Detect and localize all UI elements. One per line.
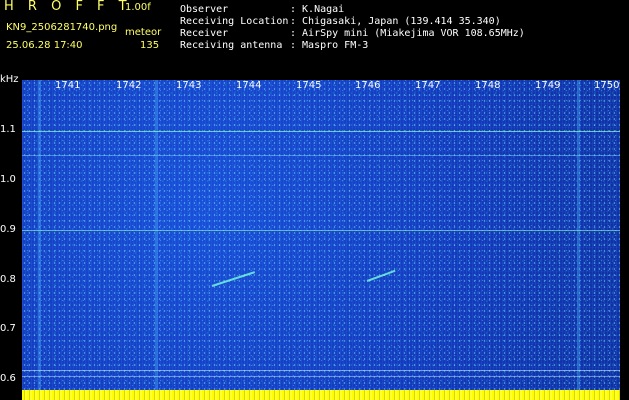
minute-label: 1750: [594, 80, 620, 91]
minute-label: 1744: [236, 80, 262, 91]
frame-count: 135: [140, 40, 160, 51]
receiver-label: Receiver: [180, 28, 229, 39]
y-tick-label: 0.7: [0, 323, 16, 334]
spectrogram: [22, 80, 620, 400]
app-title: H R O F F T: [4, 0, 132, 14]
minute-label: 1741: [55, 80, 81, 91]
y-tick-label: 0.8: [0, 274, 16, 285]
location-value: : Chigasaki, Japan (139.414 35.340): [290, 16, 501, 27]
minute-label: 1743: [176, 80, 202, 91]
vertical-streak: [38, 80, 41, 400]
carrier-line: [22, 230, 620, 231]
observer-label: Observer: [180, 4, 229, 15]
minute-label: 1749: [535, 80, 561, 91]
carrier-line: [22, 370, 620, 371]
minute-label: 1746: [355, 80, 381, 91]
date-time: 25.06.28 17:40: [6, 40, 83, 51]
minute-label: 1747: [415, 80, 441, 91]
file-name: KN9_2506281740.png: [6, 22, 118, 33]
vertical-streak: [577, 80, 580, 400]
antenna-label: Receiving antenna: [180, 40, 283, 51]
baseline-bar: [22, 390, 620, 400]
location-label: Receiving Location: [180, 16, 289, 27]
app-version: 1.00f: [125, 2, 151, 13]
minute-label: 1742: [116, 80, 142, 91]
minute-label: 1748: [475, 80, 501, 91]
observer-value: : K.Nagai: [290, 4, 345, 15]
carrier-line: [22, 376, 620, 377]
carrier-line: [22, 131, 620, 132]
y-tick-label: 0.9: [0, 224, 16, 235]
y-tick-label: 1.0: [0, 174, 16, 185]
minute-label: 1745: [296, 80, 322, 91]
carrier-line: [22, 155, 620, 156]
unit-label: kHz: [0, 74, 19, 85]
spectrogram-noise: [22, 80, 620, 400]
antenna-value: : Maspro FM-3: [290, 40, 369, 51]
vertical-streak: [155, 80, 158, 400]
receiver-value: : AirSpy mini (Miakejima VOR 108.65MHz): [290, 28, 525, 39]
mode-label: meteor: [125, 27, 162, 38]
y-tick-label: 1.1: [0, 124, 16, 135]
y-tick-label: 0.6: [0, 373, 16, 384]
header-panel: H R O F F T 1.00f KN9_2506281740.png met…: [0, 0, 629, 78]
